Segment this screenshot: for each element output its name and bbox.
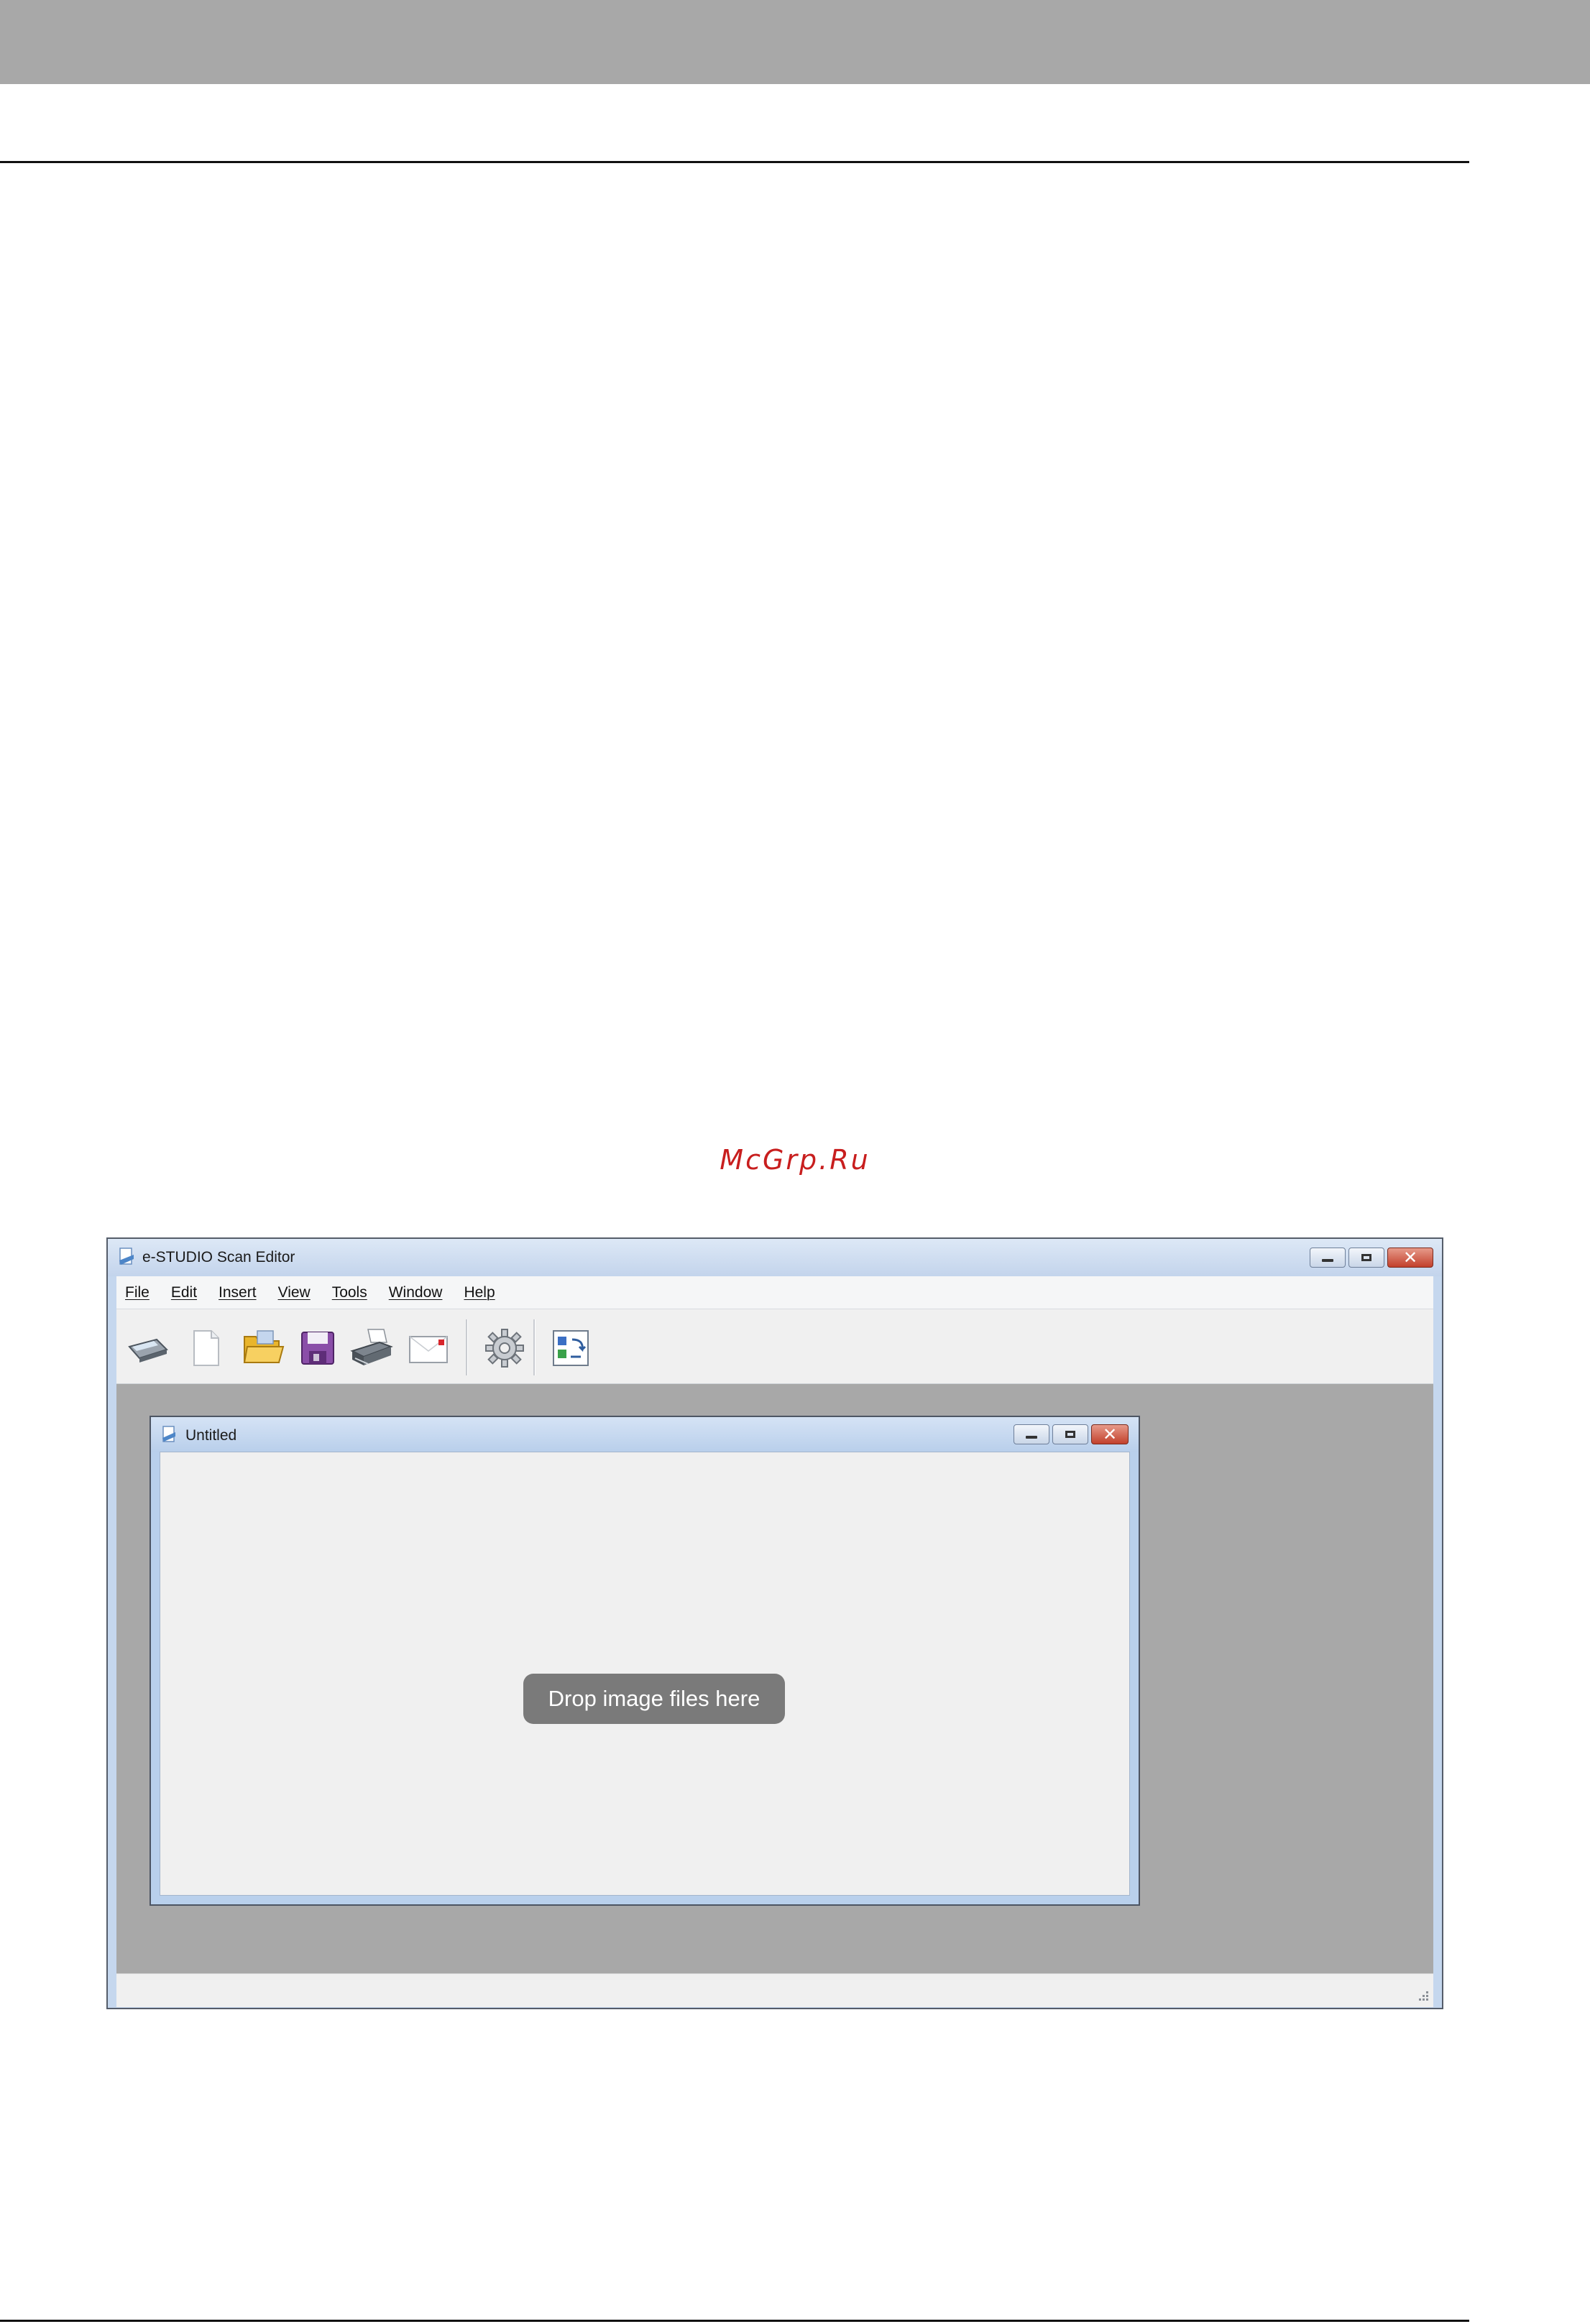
app-window-controls: ✕ [1310, 1248, 1433, 1268]
document-title: Untitled [185, 1427, 237, 1444]
app-icon [118, 1248, 135, 1266]
open-folder-icon[interactable] [240, 1325, 286, 1371]
app-titlebar[interactable]: e-STUDIO Scan Editor ✕ [108, 1239, 1442, 1276]
menu-file[interactable]: File [125, 1284, 150, 1301]
menu-help[interactable]: Help [464, 1284, 495, 1301]
menu-insert[interactable]: Insert [219, 1284, 257, 1301]
drop-hint: Drop image files here [523, 1674, 785, 1724]
save-disk-icon[interactable] [295, 1325, 341, 1371]
new-document-icon[interactable] [183, 1325, 229, 1371]
document-window: Untitled ✕ Drop image files here [150, 1416, 1140, 1906]
watermark-text: McGrp.Ru [720, 1144, 870, 1176]
menu-tools[interactable]: Tools [332, 1284, 367, 1301]
app-minimize-button[interactable] [1310, 1248, 1346, 1268]
close-icon: ✕ [1102, 1424, 1118, 1444]
convert-icon[interactable] [548, 1325, 594, 1371]
minimize-icon [1322, 1259, 1333, 1262]
toolbar-separator [533, 1319, 536, 1375]
menu-edit[interactable]: Edit [171, 1284, 197, 1301]
page-header-band [0, 0, 1590, 84]
app-restore-button[interactable] [1348, 1248, 1384, 1268]
scanner-icon[interactable] [125, 1325, 171, 1371]
document-close-button[interactable]: ✕ [1091, 1424, 1129, 1444]
menu-view[interactable]: View [278, 1284, 311, 1301]
document-minimize-button[interactable] [1014, 1424, 1049, 1444]
resize-grip-icon[interactable] [1416, 1990, 1429, 2003]
minimize-icon [1026, 1436, 1037, 1439]
document-icon [161, 1426, 177, 1443]
document-window-controls: ✕ [1014, 1424, 1129, 1444]
app-title: e-STUDIO Scan Editor [142, 1249, 295, 1265]
status-bar [116, 1973, 1433, 2007]
menu-bar: File Edit Insert View Tools Window Help [116, 1276, 1433, 1309]
mdi-workspace: Untitled ✕ Drop image files here [116, 1384, 1433, 1973]
restore-icon [1065, 1431, 1075, 1438]
printer-icon[interactable] [348, 1325, 394, 1371]
settings-gear-icon[interactable] [482, 1325, 528, 1371]
document-titlebar[interactable]: Untitled ✕ [151, 1417, 1139, 1452]
document-drop-area[interactable]: Drop image files here [160, 1452, 1130, 1896]
app-close-button[interactable]: ✕ [1387, 1248, 1433, 1268]
menu-window[interactable]: Window [389, 1284, 443, 1301]
email-icon[interactable] [405, 1325, 451, 1371]
app-window: e-STUDIO Scan Editor ✕ File Edit Insert … [106, 1237, 1443, 2009]
header-rule [0, 161, 1469, 163]
restore-icon [1361, 1254, 1371, 1261]
document-restore-button[interactable] [1052, 1424, 1088, 1444]
toolbar [116, 1309, 1433, 1384]
footer-rule [0, 2320, 1469, 2322]
toolbar-separator [466, 1319, 468, 1375]
close-icon: ✕ [1402, 1248, 1418, 1268]
